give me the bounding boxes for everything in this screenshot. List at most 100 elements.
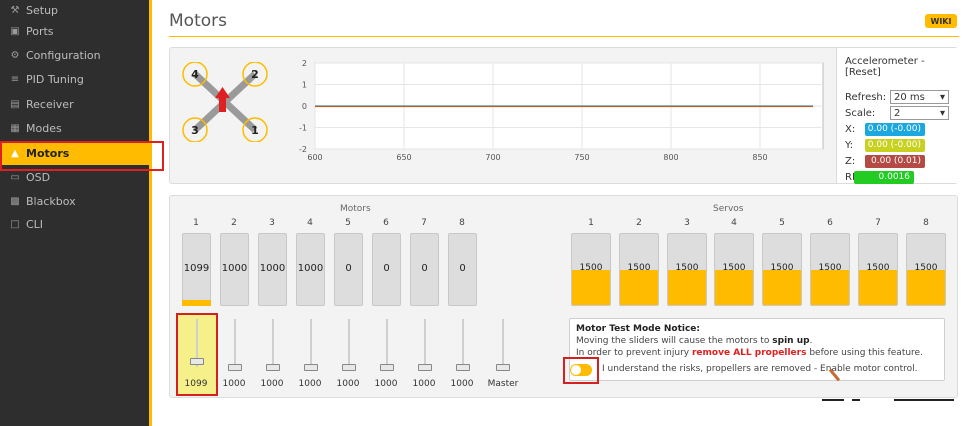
- master-slider-handle[interactable]: [496, 364, 510, 371]
- servo-number-label: 1: [588, 218, 594, 228]
- servo-number-label: 7: [875, 218, 881, 228]
- motor-8-slider-handle[interactable]: [456, 364, 470, 371]
- servo-value: 1500: [770, 263, 794, 273]
- motor-2-bar: 1000: [220, 233, 249, 306]
- motor-number-label: 8: [459, 218, 465, 228]
- sidebar-item-label: CLI: [26, 217, 44, 231]
- motor-slider-track: [424, 319, 426, 367]
- master-label: Master: [487, 379, 519, 389]
- master-slider-track: [502, 319, 504, 367]
- warning-text: remove ALL propellers: [691, 348, 807, 358]
- sidebar-item-pid-tuning[interactable]: ≡ PID Tuning: [0, 67, 149, 91]
- osd-icon: ▭: [10, 171, 20, 183]
- motor-number-1: 1: [251, 124, 259, 137]
- sidebar-item-label: Receiver: [26, 97, 74, 111]
- servo-fill: [907, 269, 945, 305]
- servo-6-bar: 1500: [810, 233, 850, 306]
- sensor-panel: 4 2 3 1 2 1 0 -1 -2 600 650 700 750 800 850 Accele…: [169, 47, 958, 184]
- sidebar: ⚒ Setup ▣ Ports ⚙ Configuration ≡ PID Tuning ▤ Re…: [0, 0, 152, 426]
- motor-slider-value: 1000: [222, 379, 246, 389]
- servo-fill: [763, 269, 801, 305]
- z-label: Z:: [845, 155, 856, 167]
- motor-3-slider-handle[interactable]: [266, 364, 280, 371]
- servo-number-label: 3: [684, 218, 690, 228]
- graph-x-tick: 850: [752, 153, 767, 162]
- servo-value: 1500: [914, 263, 938, 273]
- motor-5-slider-handle[interactable]: [342, 364, 356, 371]
- graph-y-tick: -2: [299, 145, 307, 154]
- servo-fill: [715, 269, 753, 305]
- motor-7-bar: 0: [410, 233, 439, 306]
- motor-6-bar: 0: [372, 233, 401, 306]
- motor-number-4: 4: [191, 68, 199, 81]
- graph-y-tick: 1: [302, 81, 307, 90]
- servo-value: 1500: [675, 263, 699, 273]
- rms-label: RMS:: [845, 172, 870, 183]
- motor-number-3: 3: [191, 124, 199, 137]
- sidebar-item-cli[interactable]: □ CLI: [0, 212, 149, 236]
- motor-7-slider-handle[interactable]: [418, 364, 432, 371]
- decoration: [852, 399, 860, 401]
- sidebar-item-osd[interactable]: ▭ OSD: [0, 165, 149, 189]
- motor-number-label: 2: [231, 218, 237, 228]
- sidebar-item-receiver[interactable]: ▤ Receiver: [0, 92, 149, 116]
- motor-4-slider-handle[interactable]: [304, 364, 318, 371]
- modes-icon: ▦: [10, 122, 20, 134]
- motor-4-bar: 1000: [296, 233, 325, 306]
- motor-6-slider-handle[interactable]: [380, 364, 394, 371]
- sidebar-item-label: Modes: [26, 121, 62, 135]
- sidebar-item-blackbox[interactable]: ▩ Blackbox: [0, 189, 149, 213]
- sidebar-item-ports[interactable]: ▣ Ports: [0, 19, 149, 43]
- graph-y-tick: -1: [299, 124, 307, 133]
- motor-slider-track: [234, 319, 236, 367]
- receiver-icon: ▤: [10, 98, 20, 110]
- x-value: 0.00 (-0.00): [865, 122, 925, 136]
- scale-select[interactable]: 2 ▾: [890, 106, 949, 120]
- motor-number-2: 2: [251, 68, 259, 81]
- motor-value: 0: [421, 263, 428, 274]
- servo-number-label: 5: [779, 218, 785, 228]
- wiki-button[interactable]: WIKI: [925, 14, 957, 28]
- motor-2-slider-handle[interactable]: [228, 364, 242, 371]
- motor-1-slider-handle[interactable]: [190, 358, 204, 365]
- graph-x-tick: 800: [663, 153, 678, 162]
- decoration: [894, 399, 954, 401]
- servo-4-bar: 1500: [714, 233, 754, 306]
- graph-y-tick: 0: [302, 102, 307, 111]
- title-divider: [169, 36, 959, 37]
- motor-slider-value: 1000: [412, 379, 436, 389]
- motor-value: 1000: [297, 263, 324, 274]
- graph-y-tick: 2: [302, 59, 307, 68]
- sidebar-item-label: Motors: [26, 146, 70, 160]
- motor-throttle-fill: [182, 300, 211, 306]
- servo-value: 1500: [627, 263, 651, 273]
- dropdown-arrow-icon: ▾: [939, 91, 945, 103]
- servo-number-label: 6: [827, 218, 833, 228]
- refresh-select[interactable]: 20 ms ▾: [890, 90, 949, 104]
- y-value: 0.00 (-0.00): [865, 138, 925, 152]
- rms-value: 0.0016: [854, 170, 914, 184]
- sidebar-item-label: Ports: [26, 24, 54, 38]
- graph-x-tick: 600: [307, 153, 322, 162]
- sidebar-item-configuration[interactable]: ⚙ Configuration: [0, 43, 149, 67]
- motor-value: 1000: [221, 263, 248, 274]
- servo-value: 1500: [866, 263, 890, 273]
- motor-slider-value: 1099: [184, 379, 208, 389]
- wrench-icon: ⚒: [10, 4, 20, 16]
- motor-1-bar: 1099: [182, 233, 211, 306]
- motor-number-label: 5: [345, 218, 351, 228]
- motor-slider-track: [272, 319, 274, 367]
- motor-control-panel: Motors Servos Motor Test Mode Notice: Mo…: [169, 195, 958, 398]
- motor-slider-track: [386, 319, 388, 367]
- motor-value: 0: [383, 263, 390, 274]
- sidebar-item-motors[interactable]: ▲ Motors: [0, 141, 149, 165]
- accelerometer-title[interactable]: Accelerometer - [Reset]: [845, 56, 958, 78]
- sidebar-item-modes[interactable]: ▦ Modes: [0, 116, 149, 140]
- enable-motor-toggle[interactable]: [570, 364, 592, 376]
- servo-number-label: 4: [731, 218, 737, 228]
- servo-fill: [859, 269, 897, 305]
- dropdown-arrow-icon: ▾: [939, 107, 945, 119]
- refresh-label: Refresh:: [845, 91, 887, 103]
- servo-fill: [668, 269, 706, 305]
- servo-fill: [620, 269, 658, 305]
